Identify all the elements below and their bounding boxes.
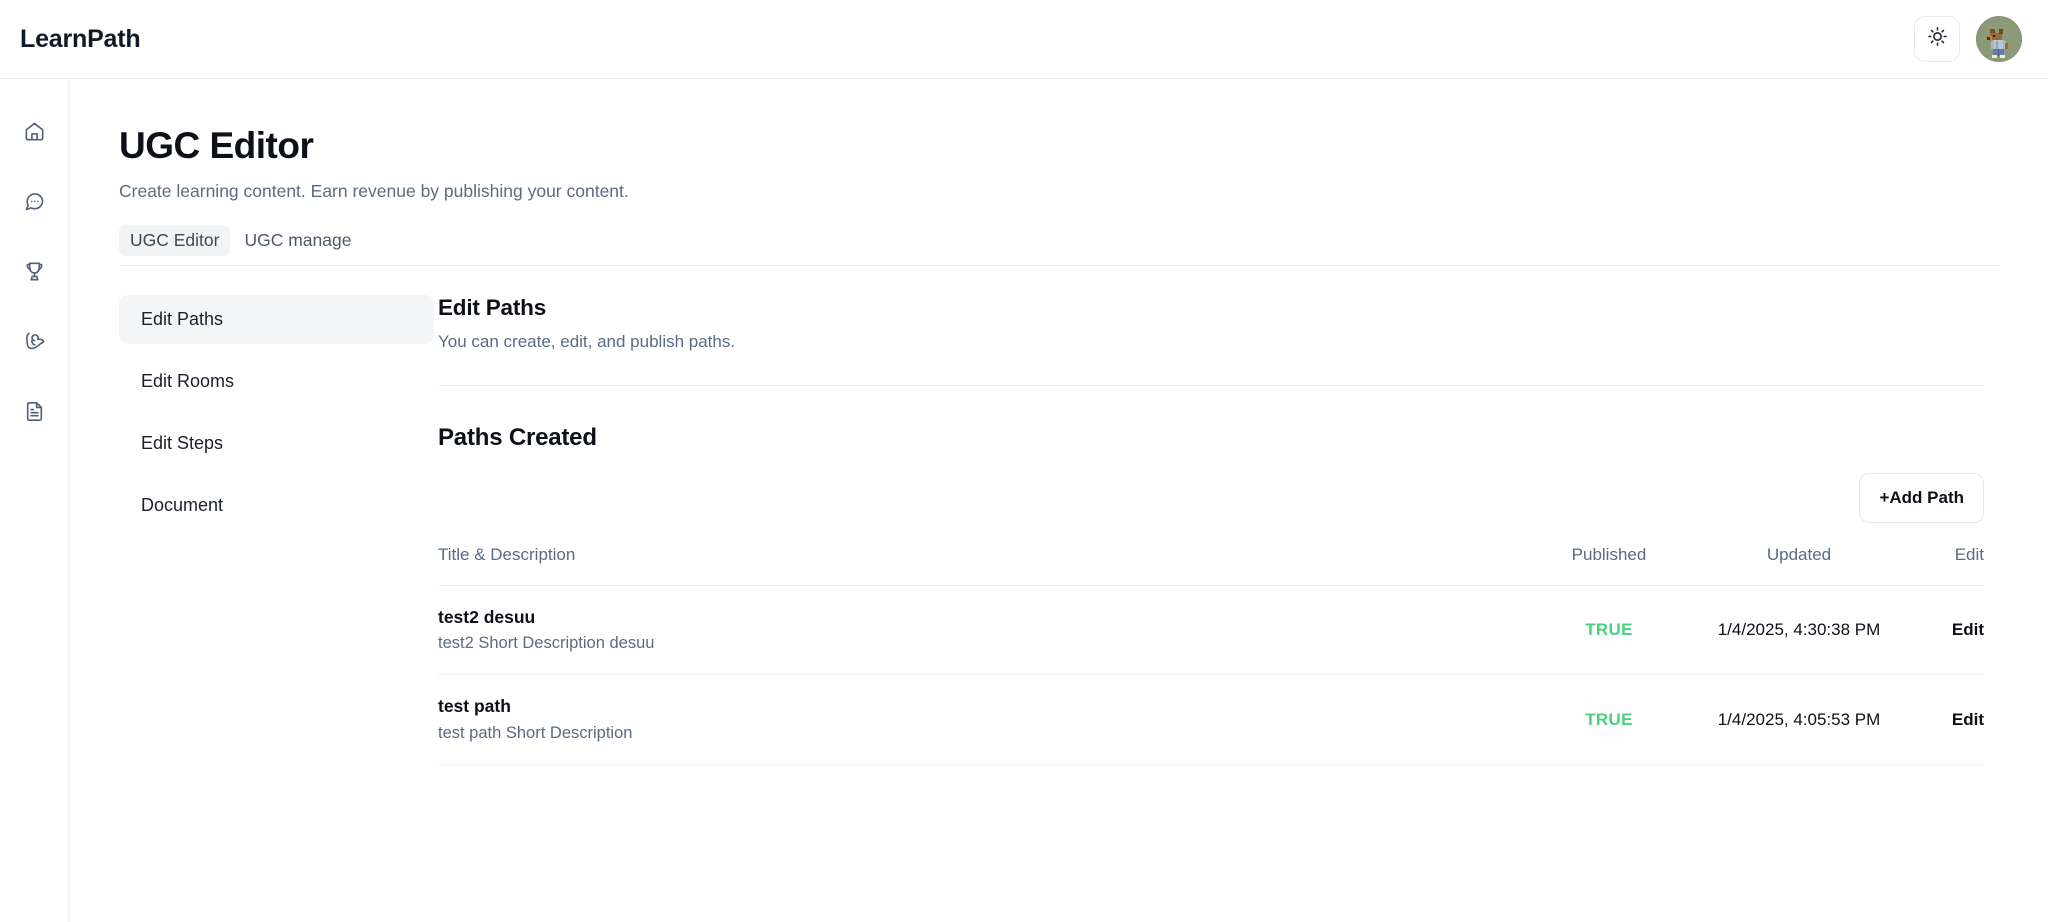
table-header-row: Title & Description Published Updated Ed… (438, 544, 1984, 586)
tab-ugc-editor[interactable]: UGC Editor (119, 224, 231, 256)
section-subtitle: You can create, edit, and publish paths. (438, 331, 736, 351)
paths-table-head: Title & Description Published Updated Ed… (438, 544, 1984, 586)
theme-toggle-button[interactable] (1914, 16, 1960, 62)
edit-path-link[interactable]: Edit (1952, 710, 1984, 729)
rail-item-achievements[interactable] (17, 256, 51, 286)
path-title-cell: test2 desuu test2 Short Description desu… (438, 585, 1534, 676)
rail-item-chat[interactable] (17, 186, 51, 216)
add-path-row: +Add Path (438, 472, 1984, 523)
top-bar: LearnPath (0, 0, 2048, 79)
side-item-edit-steps[interactable]: Edit Steps (119, 419, 434, 468)
status-badge: TRUE (1585, 619, 1633, 639)
app-brand-title: LearnPath (20, 24, 141, 53)
path-edit-cell: Edit (1914, 585, 1984, 676)
paths-created-heading: Paths Created (438, 423, 597, 451)
status-badge: TRUE (1585, 709, 1633, 729)
rail-item-documents[interactable] (17, 396, 51, 426)
home-icon (23, 120, 46, 143)
path-title-cell: test path test path Short Description (438, 674, 1534, 766)
path-updated-cell: 1/4/2025, 4:05:53 PM (1684, 674, 1914, 766)
tab-ugc-manage[interactable]: UGC manage (233, 225, 362, 256)
tab-bar: UGC Editor UGC manage (119, 224, 2000, 266)
path-description: test2 Short Description desuu (438, 634, 655, 653)
muscle-arm-icon (23, 330, 46, 353)
document-icon (23, 400, 46, 423)
paths-table-body: test2 desuu test2 Short Description desu… (438, 585, 1984, 766)
rail-item-home[interactable] (17, 116, 51, 146)
path-published-cell: TRUE (1534, 585, 1684, 676)
add-path-button[interactable]: +Add Path (1859, 472, 1984, 523)
edit-path-link[interactable]: Edit (1952, 620, 1984, 639)
side-item-edit-paths[interactable]: Edit Paths (119, 294, 434, 344)
path-title: test path (438, 696, 511, 717)
trophy-icon (23, 260, 46, 283)
page-title: UGC Editor (119, 125, 314, 166)
main-content: UGC Editor Create learning content. Earn… (69, 79, 2048, 922)
table-row: test2 desuu test2 Short Description desu… (438, 585, 1984, 676)
path-updated-cell: 1/4/2025, 4:30:38 PM (1684, 585, 1914, 676)
section-divider (438, 384, 1984, 386)
sun-icon (1927, 26, 1948, 52)
table-row: test path test path Short Description TR… (438, 674, 1984, 766)
side-item-edit-rooms[interactable]: Edit Rooms (119, 357, 434, 406)
col-header-updated: Updated (1684, 544, 1914, 586)
path-title: test2 desuu (438, 606, 536, 627)
path-published-cell: TRUE (1534, 674, 1684, 766)
side-item-document[interactable]: Document (119, 481, 434, 530)
path-edit-cell: Edit (1914, 674, 1984, 766)
col-header-edit: Edit (1914, 544, 1984, 586)
section-title: Edit Paths (438, 294, 547, 320)
rail-item-training[interactable] (17, 326, 51, 356)
col-header-published: Published (1534, 544, 1684, 586)
top-bar-actions (1914, 16, 2022, 62)
editor-panel: Edit Paths You can create, edit, and pub… (434, 295, 2048, 766)
chat-bubble-icon (23, 190, 46, 213)
editor-side-menu: Edit Paths Edit Rooms Edit Steps Documen… (119, 294, 434, 766)
page-subtitle: Create learning content. Earn revenue by… (119, 180, 629, 201)
editor-body: Edit Paths Edit Rooms Edit Steps Documen… (119, 294, 2048, 766)
paths-table: Title & Description Published Updated Ed… (438, 544, 1984, 766)
avatar-dog-pixel-art (1977, 17, 2021, 61)
path-description: test path Short Description (438, 724, 633, 743)
col-header-title: Title & Description (438, 544, 1534, 586)
left-icon-rail (0, 79, 69, 922)
user-avatar[interactable] (1976, 16, 2022, 62)
